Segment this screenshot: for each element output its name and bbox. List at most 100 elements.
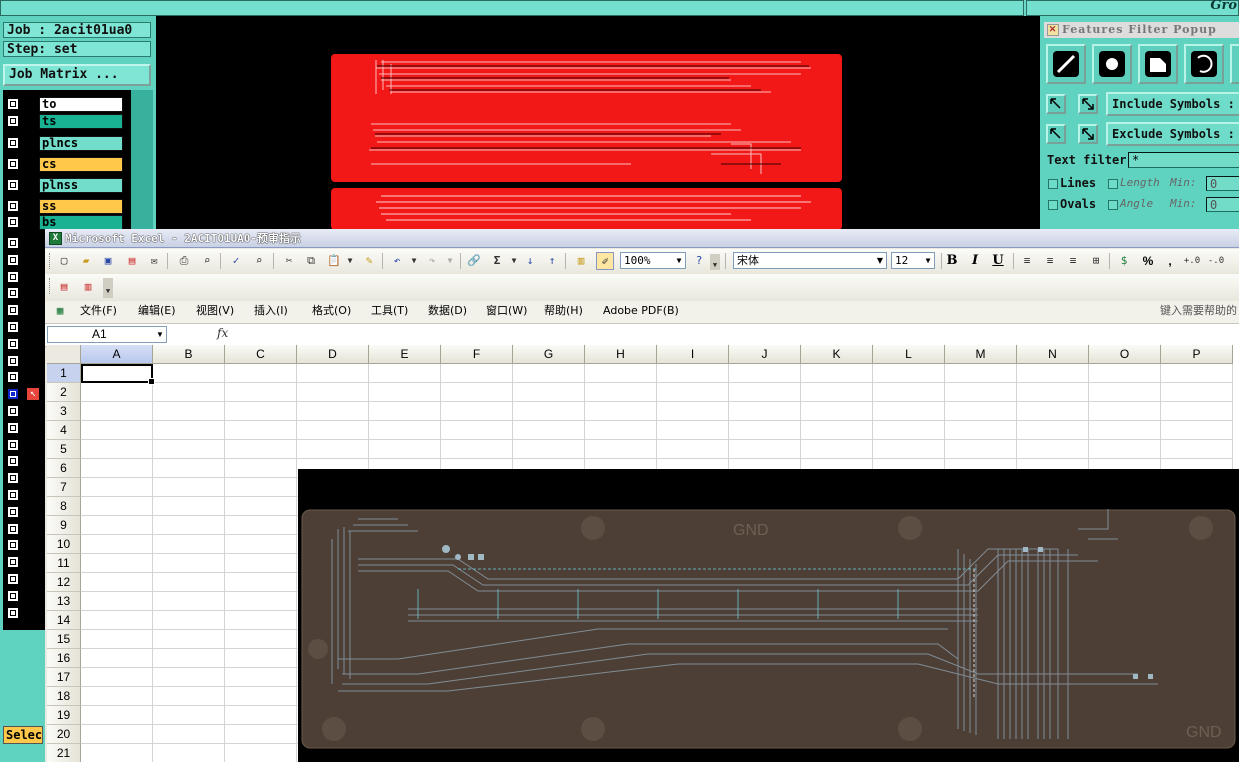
row-header[interactable]: 17 xyxy=(47,668,81,687)
underline-button[interactable]: U xyxy=(989,252,1007,270)
layer-checkbox[interactable] xyxy=(7,523,19,535)
layer-checkbox[interactable] xyxy=(7,489,19,501)
workbook-icon[interactable]: ▦ xyxy=(51,302,69,320)
align-right-icon[interactable]: ≡ xyxy=(1064,252,1082,270)
layer-checkbox[interactable] xyxy=(7,355,19,367)
row-header[interactable]: 15 xyxy=(47,630,81,649)
row-header[interactable]: 21 xyxy=(47,744,81,762)
menu-item[interactable]: 视图(V) xyxy=(196,301,234,321)
print-icon[interactable]: ⎙ xyxy=(175,252,193,270)
drawing-icon[interactable]: ✐ xyxy=(596,252,614,270)
align-left-icon[interactable]: ≡ xyxy=(1018,252,1036,270)
row-header[interactable]: 14 xyxy=(47,611,81,630)
layer-checkbox[interactable] xyxy=(7,573,19,585)
column-header[interactable]: N xyxy=(1017,345,1089,364)
layer-checkbox[interactable] xyxy=(7,472,19,484)
fx-icon[interactable]: fx xyxy=(217,326,228,340)
layer-checkbox[interactable] xyxy=(7,321,19,333)
save-icon[interactable]: ▣ xyxy=(99,252,117,270)
more-symbol-button[interactable] xyxy=(1230,44,1239,84)
layer-checkbox[interactable] xyxy=(7,137,19,149)
menu-item[interactable]: 文件(F) xyxy=(80,301,117,321)
menu-item[interactable]: 格式(O) xyxy=(312,301,351,321)
font-name-select[interactable]: 宋体 ▼ xyxy=(733,252,887,269)
layer-name[interactable]: cs xyxy=(39,157,123,172)
column-header[interactable]: I xyxy=(657,345,729,364)
arrow-left-icon[interactable] xyxy=(1046,94,1066,114)
arrow-select-icon[interactable] xyxy=(1078,94,1098,114)
menu-item[interactable]: 窗口(W) xyxy=(486,301,527,321)
menu-item[interactable]: 帮助(H) xyxy=(544,301,583,321)
paste-dropdown-icon[interactable]: ▼ xyxy=(341,252,359,270)
layer-checkbox[interactable] xyxy=(7,371,19,383)
arrow-left-icon-2[interactable] xyxy=(1046,124,1066,144)
layer-checkbox[interactable] xyxy=(7,455,19,467)
toolbar-grip[interactable] xyxy=(49,253,53,269)
row-header[interactable]: 7 xyxy=(47,478,81,497)
toolbar-grip[interactable] xyxy=(49,278,53,294)
cam-graphic-canvas[interactable] xyxy=(156,16,1040,230)
bold-button[interactable]: B xyxy=(943,252,961,270)
column-header[interactable]: D xyxy=(297,345,369,364)
layer-checkbox[interactable] xyxy=(7,158,19,170)
row-header[interactable]: 20 xyxy=(47,725,81,744)
hyperlink-icon[interactable]: 🔗 xyxy=(465,252,483,270)
row-header[interactable]: 2 xyxy=(47,383,81,402)
permission-icon[interactable]: ▤ xyxy=(123,252,141,270)
layer-name[interactable]: ss xyxy=(39,199,123,214)
toolbar-options-icon[interactable]: ▼ xyxy=(103,278,113,298)
pad-symbol-button[interactable] xyxy=(1092,44,1132,84)
layer-checkbox[interactable] xyxy=(7,179,19,191)
layer-checkbox[interactable] xyxy=(7,388,19,400)
layer-checkbox[interactable] xyxy=(7,590,19,602)
layer-name[interactable]: plncs xyxy=(39,136,123,151)
layer-name[interactable]: plnss xyxy=(39,178,123,193)
layer-name[interactable]: bs xyxy=(39,215,123,230)
format-painter-icon[interactable]: ✎ xyxy=(360,252,378,270)
decrease-decimal-icon[interactable]: -.0 xyxy=(1207,252,1225,270)
help-search-box[interactable]: 键入需要帮助的 xyxy=(1160,301,1237,321)
column-header[interactable]: A xyxy=(81,345,153,364)
arc-symbol-button[interactable] xyxy=(1184,44,1224,84)
row-header[interactable]: 11 xyxy=(47,554,81,573)
column-header[interactable]: P xyxy=(1161,345,1233,364)
selected-cell-a1[interactable] xyxy=(81,364,155,385)
angle-checkbox[interactable] xyxy=(1108,200,1118,210)
layer-checkbox[interactable] xyxy=(7,98,19,110)
column-header[interactable]: G xyxy=(513,345,585,364)
email-icon[interactable]: ✉ xyxy=(145,252,163,270)
row-header[interactable]: 12 xyxy=(47,573,81,592)
row-header[interactable]: 5 xyxy=(47,440,81,459)
row-header[interactable]: 19 xyxy=(47,706,81,725)
row-header[interactable]: 4 xyxy=(47,421,81,440)
angle-min-input[interactable]: 0 xyxy=(1206,197,1239,212)
layer-row[interactable]: cs xyxy=(3,156,131,173)
pdf-email-icon[interactable]: ▥ xyxy=(79,278,97,296)
menu-item[interactable]: 工具(T) xyxy=(371,301,408,321)
layer-row[interactable]: to xyxy=(3,96,131,113)
layer-row[interactable]: ss xyxy=(3,198,131,215)
row-header[interactable]: 9 xyxy=(47,516,81,535)
undo-icon[interactable]: ↶ xyxy=(388,252,406,270)
surface-symbol-button[interactable] xyxy=(1138,44,1178,84)
layer-checkbox[interactable] xyxy=(7,200,19,212)
row-header[interactable]: 13 xyxy=(47,592,81,611)
open-folder-icon[interactable]: ▰ xyxy=(77,252,95,270)
ovals-checkbox[interactable] xyxy=(1048,200,1058,210)
job-matrix-button[interactable]: Job Matrix ... xyxy=(3,64,151,86)
research-icon[interactable]: ⌕ xyxy=(250,252,268,270)
row-header[interactable]: 8 xyxy=(47,497,81,516)
cut-icon[interactable]: ✂ xyxy=(280,252,298,270)
column-header[interactable]: K xyxy=(801,345,873,364)
redo-icon[interactable]: ↷ xyxy=(423,252,441,270)
sort-descending-icon[interactable]: ↑ xyxy=(543,252,561,270)
copy-icon[interactable]: ⧉ xyxy=(302,252,320,270)
name-box[interactable]: A1 ▼ xyxy=(47,326,167,343)
layer-checkbox[interactable] xyxy=(7,539,19,551)
chevron-down-icon[interactable]: ▼ xyxy=(922,253,934,268)
lines-checkbox[interactable] xyxy=(1048,179,1058,189)
column-header[interactable]: F xyxy=(441,345,513,364)
menu-item[interactable]: 插入(I) xyxy=(254,301,288,321)
layer-row[interactable]: plnss xyxy=(3,177,131,194)
layer-row[interactable]: ts xyxy=(3,113,131,130)
